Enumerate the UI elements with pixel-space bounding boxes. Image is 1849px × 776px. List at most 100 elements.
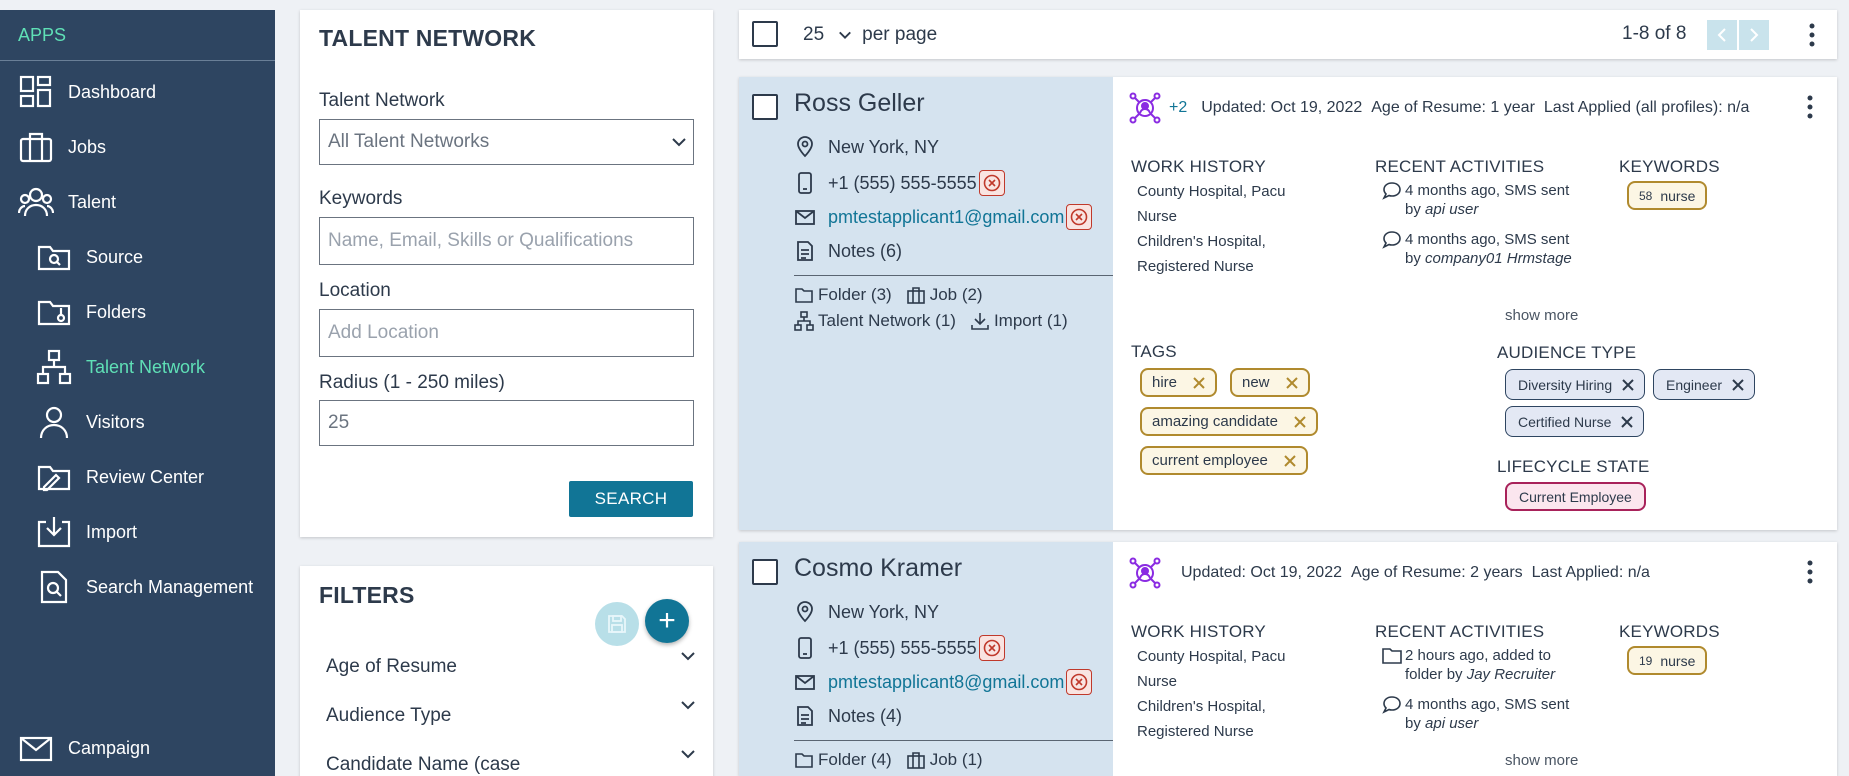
- sidebar-item-visitors[interactable]: Visitors: [36, 402, 145, 442]
- folder-count[interactable]: Folder (4): [818, 750, 892, 770]
- divider: [794, 275, 1113, 276]
- more-options-icon[interactable]: [1807, 23, 1817, 47]
- candidate-summary-row: Updated: Oct 19, 2022 Age of Resume: 2 y…: [1129, 557, 1650, 589]
- recent-activities-heading: RECENT ACTIVITIES: [1375, 622, 1545, 641]
- sidebar-item-jobs[interactable]: Jobs: [18, 127, 106, 167]
- filters-title: FILTERS: [319, 582, 415, 608]
- tag-chip[interactable]: hire: [1140, 368, 1218, 397]
- save-icon: [608, 615, 626, 633]
- job-count[interactable]: Job (1): [930, 750, 983, 770]
- show-more-link[interactable]: show more: [1505, 752, 1578, 769]
- radius-label: Radius (1 - 250 miles): [319, 372, 505, 393]
- location-input[interactable]: Add Location: [319, 309, 694, 357]
- import-count[interactable]: Import (1): [994, 311, 1068, 331]
- activity-item: 4 months ago, SMS sent by api user: [1381, 181, 1581, 219]
- phone-optout-badge[interactable]: [978, 170, 1005, 196]
- email-link[interactable]: pmtestapplicant8@gmail.com: [828, 672, 1064, 693]
- more-options-icon[interactable]: [1805, 95, 1815, 119]
- candidate-email: pmtestapplicant1@gmail.com: [794, 204, 1093, 230]
- location-pin-icon: [797, 136, 813, 158]
- audience-chip[interactable]: Certified Nurse: [1505, 406, 1645, 437]
- add-filter-button[interactable]: +: [645, 599, 689, 643]
- phone-icon: [798, 172, 812, 194]
- candidate-checkbox[interactable]: [752, 94, 778, 120]
- last-applied: Last Applied (all profiles): n/a: [1543, 99, 1750, 116]
- folder-count[interactable]: Folder (3): [818, 285, 892, 305]
- audience-label: Certified Nurse: [1518, 413, 1612, 430]
- talent-network-select[interactable]: All Talent Networks: [319, 119, 694, 165]
- sidebar-item-campaign[interactable]: Campaign: [18, 728, 150, 768]
- chat-icon: [1382, 231, 1401, 249]
- sidebar-item-folders[interactable]: Folders: [36, 292, 146, 332]
- work-history-item: County Hospital, Pacu Nurse: [1137, 648, 1286, 690]
- mail-icon: [795, 675, 815, 690]
- filter-audience-type[interactable]: Audience Type: [326, 701, 696, 727]
- per-page-select[interactable]: 25 per page: [803, 24, 937, 46]
- close-icon[interactable]: [1730, 377, 1746, 393]
- close-icon[interactable]: [1619, 414, 1635, 430]
- additional-networks[interactable]: +2: [1169, 99, 1187, 117]
- sidebar-item-label: Campaign: [68, 737, 151, 758]
- work-history-heading: WORK HISTORY: [1131, 622, 1266, 641]
- chat-icon: [1382, 696, 1401, 714]
- next-page-button[interactable]: [1739, 20, 1769, 50]
- close-icon[interactable]: [1191, 375, 1207, 391]
- work-history-item: Children's Hospital, Registered Nurse: [1137, 698, 1266, 740]
- candidate-name[interactable]: Ross Geller: [794, 89, 925, 118]
- job-count[interactable]: Job (2): [930, 285, 983, 305]
- audience-type-heading: AUDIENCE TYPE: [1497, 343, 1637, 362]
- tag-chip[interactable]: current employee: [1140, 446, 1308, 475]
- audience-chip[interactable]: Diversity Hiring: [1505, 369, 1646, 400]
- candidate-checkbox[interactable]: [752, 559, 778, 585]
- sidebar-item-import[interactable]: Import: [36, 512, 137, 552]
- radius-input[interactable]: 25: [319, 400, 694, 446]
- keyword-chip[interactable]: 58 nurse: [1627, 181, 1708, 210]
- keyword-chip[interactable]: 19 nurse: [1627, 646, 1708, 675]
- tag-chip[interactable]: new: [1230, 368, 1310, 397]
- filter-age-of-resume[interactable]: Age of Resume: [326, 652, 696, 678]
- close-icon[interactable]: [1282, 453, 1298, 469]
- more-options-icon[interactable]: [1805, 560, 1815, 584]
- audience-chip[interactable]: Engineer: [1653, 369, 1756, 400]
- tag-chip[interactable]: amazing candidate: [1140, 407, 1318, 436]
- close-icon[interactable]: [1284, 375, 1300, 391]
- phone-optout-badge[interactable]: [978, 635, 1005, 661]
- close-icon[interactable]: [1620, 377, 1636, 393]
- email-optout-badge[interactable]: [1066, 669, 1093, 695]
- tags-heading: TAGS: [1131, 342, 1177, 361]
- filter-candidate-name[interactable]: Candidate Name (case: [326, 750, 696, 776]
- sidebar-item-label: Talent Network: [86, 356, 206, 377]
- sidebar-item-label: Visitors: [86, 411, 145, 432]
- per-page-label: per page: [862, 24, 938, 45]
- network-icon: [36, 349, 72, 385]
- prev-page-button[interactable]: [1707, 20, 1737, 50]
- briefcase-icon: [906, 287, 925, 304]
- lifecycle-state-heading: LIFECYCLE STATE: [1497, 457, 1650, 476]
- select-all-checkbox[interactable]: [752, 21, 778, 47]
- save-filter-button[interactable]: [595, 602, 639, 646]
- mail-icon: [795, 210, 815, 225]
- sidebar-item-dashboard[interactable]: Dashboard: [18, 72, 156, 112]
- candidate-location: New York, NY: [794, 136, 939, 158]
- candidate-notes[interactable]: Notes (4): [794, 705, 902, 727]
- sidebar-item-label: Jobs: [68, 136, 107, 157]
- candidate-name[interactable]: Cosmo Kramer: [794, 554, 962, 583]
- show-more-link[interactable]: show more: [1505, 307, 1578, 324]
- close-icon[interactable]: [1292, 414, 1308, 430]
- search-button[interactable]: SEARCH: [569, 481, 693, 517]
- email-optout-badge[interactable]: [1066, 204, 1093, 230]
- import-icon: [37, 517, 71, 548]
- sidebar-item-review-center[interactable]: Review Center: [36, 457, 204, 497]
- updated-date: Updated: Oct 19, 2022: [1181, 564, 1342, 581]
- work-history-item: Children's Hospital, Registered Nurse: [1137, 233, 1266, 275]
- email-link[interactable]: pmtestapplicant1@gmail.com: [828, 207, 1064, 228]
- sidebar-item-source[interactable]: Source: [36, 237, 143, 277]
- sidebar-item-talent-network[interactable]: Talent Network: [36, 347, 205, 387]
- activity-user: company01 Hrmstage: [1425, 250, 1572, 267]
- candidate-notes[interactable]: Notes (6): [794, 240, 902, 262]
- lifecycle-chip[interactable]: Current Employee: [1505, 482, 1646, 511]
- keywords-input[interactable]: Name, Email, Skills or Qualifications: [319, 217, 694, 265]
- network-count[interactable]: Talent Network (1): [818, 311, 956, 331]
- sidebar-item-search-management[interactable]: Search Management: [36, 567, 253, 607]
- sidebar-item-talent[interactable]: Talent: [18, 182, 116, 222]
